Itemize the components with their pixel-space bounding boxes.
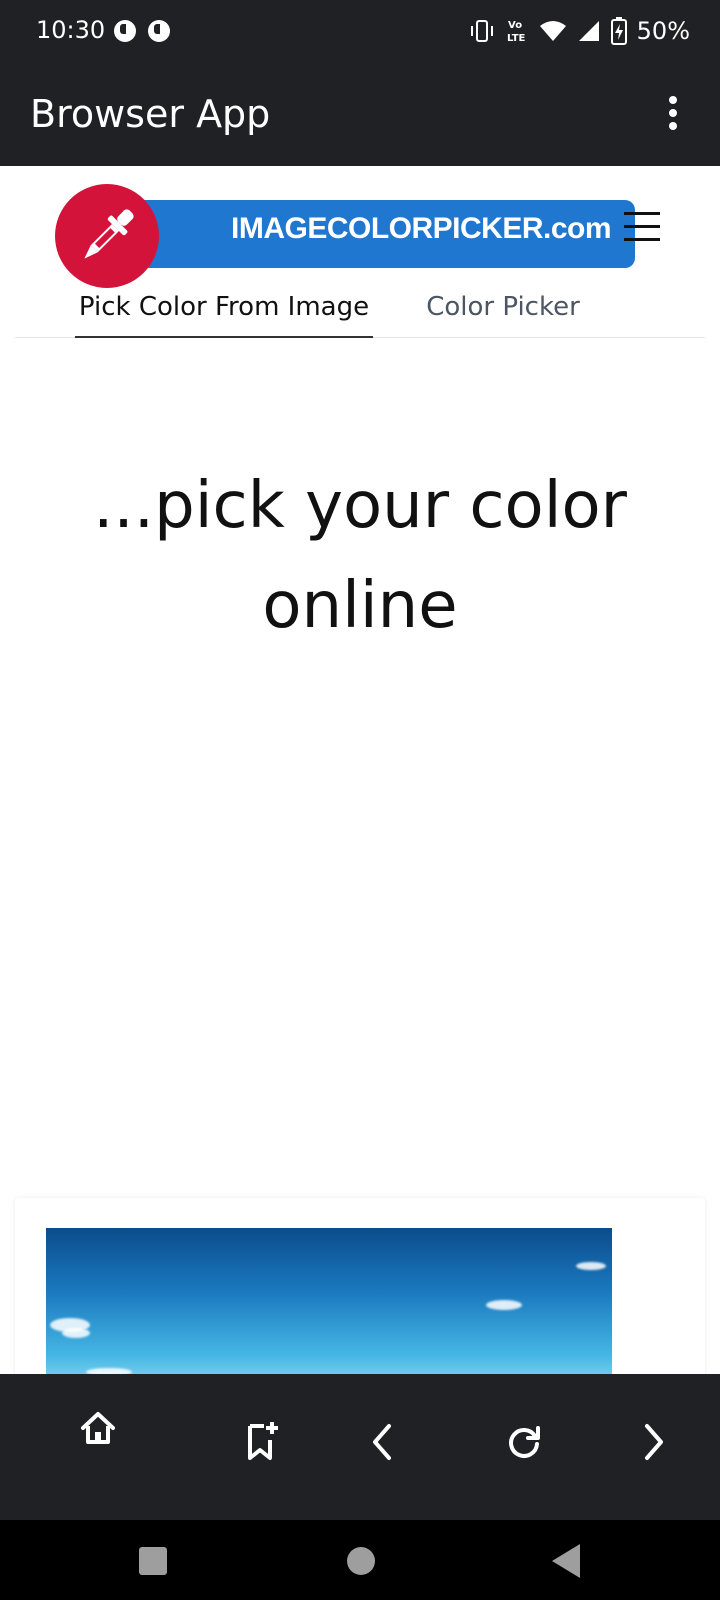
site-tabs: Pick Color From Image Color Picker xyxy=(15,282,705,338)
overflow-menu-icon[interactable] xyxy=(666,96,680,132)
reload-icon[interactable] xyxy=(496,1414,552,1470)
back-icon[interactable] xyxy=(354,1414,410,1470)
tab-pick-color-from-image[interactable]: Pick Color From Image xyxy=(75,282,373,338)
browser-toolbar xyxy=(0,1374,720,1520)
eyedropper-icon xyxy=(84,209,134,259)
web-content: IMAGECOLORPICKER.com Pick Color From Ima… xyxy=(0,166,720,1374)
vibrate-icon xyxy=(470,20,493,42)
notification-icon xyxy=(148,20,170,42)
wifi-icon xyxy=(539,21,566,41)
svg-text:Vo: Vo xyxy=(508,20,522,31)
svg-text:LTE: LTE xyxy=(507,33,526,44)
logo-badge xyxy=(55,184,159,288)
nav-back-icon[interactable] xyxy=(552,1544,580,1578)
site-logo[interactable]: IMAGECOLORPICKER.com xyxy=(55,174,635,288)
battery-percent: 50% xyxy=(636,17,690,45)
status-bar: 10:30 Vo LTE 50% xyxy=(0,0,720,62)
system-nav-bar xyxy=(0,1520,720,1600)
signal-icon xyxy=(578,21,599,41)
notification-icon xyxy=(114,20,136,42)
home-circle-icon[interactable] xyxy=(347,1547,375,1575)
app-title: Browser App xyxy=(30,92,271,136)
status-time: 10:30 xyxy=(36,16,106,44)
tab-color-picker[interactable]: Color Picker xyxy=(418,282,588,338)
sky-image[interactable] xyxy=(46,1228,612,1374)
forward-icon[interactable] xyxy=(626,1414,682,1470)
volte-icon: Vo LTE xyxy=(507,20,526,44)
bookmark-add-icon[interactable] xyxy=(234,1414,290,1470)
logo-text: IMAGECOLORPICKER.com xyxy=(231,212,612,245)
recents-icon[interactable] xyxy=(139,1547,167,1575)
page-headline: ...pick your color online xyxy=(93,469,627,643)
hamburger-icon[interactable] xyxy=(624,212,662,242)
app-bar: Browser App xyxy=(0,62,720,166)
image-card xyxy=(15,1198,705,1374)
status-icons: Vo LTE 50% xyxy=(469,14,690,48)
home-icon[interactable] xyxy=(70,1400,126,1456)
battery-charging-icon xyxy=(610,17,627,45)
